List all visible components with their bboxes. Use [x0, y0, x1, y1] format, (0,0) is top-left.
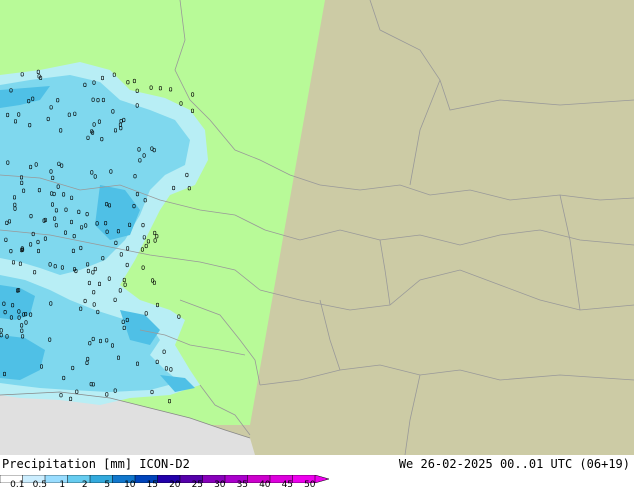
color-scale-label: 10 — [124, 480, 136, 490]
color-scale-label: 1 — [59, 480, 66, 490]
color-scale-label: 25 — [191, 480, 204, 490]
map-canvas — [0, 0, 634, 455]
color-scale-label: 35 — [236, 480, 249, 490]
model-label: ICON-D2 — [139, 457, 190, 471]
color-scale-label: 2 — [81, 480, 88, 490]
color-scale-label: 40 — [259, 480, 271, 490]
color-scale-label: 5 — [104, 480, 111, 490]
color-scale-label: 45 — [281, 480, 294, 490]
color-scale-label: 15 — [146, 480, 159, 490]
color-scale-label: 20 — [169, 480, 181, 490]
variable-label: Precipitation [mm] — [2, 457, 133, 471]
color-scale-label: 0.1 — [10, 480, 25, 490]
color-scale-label: 0.5 — [32, 480, 47, 490]
map-title: Precipitation [mm] ICON-D2 — [2, 457, 190, 471]
valid-time-label: We 26-02-2025 00..01 UTC (06+19) — [398, 457, 630, 471]
color-scale-label: 50 — [304, 480, 316, 490]
color-scale-label: 30 — [214, 480, 226, 490]
precipitation-map[interactable] — [0, 0, 634, 455]
